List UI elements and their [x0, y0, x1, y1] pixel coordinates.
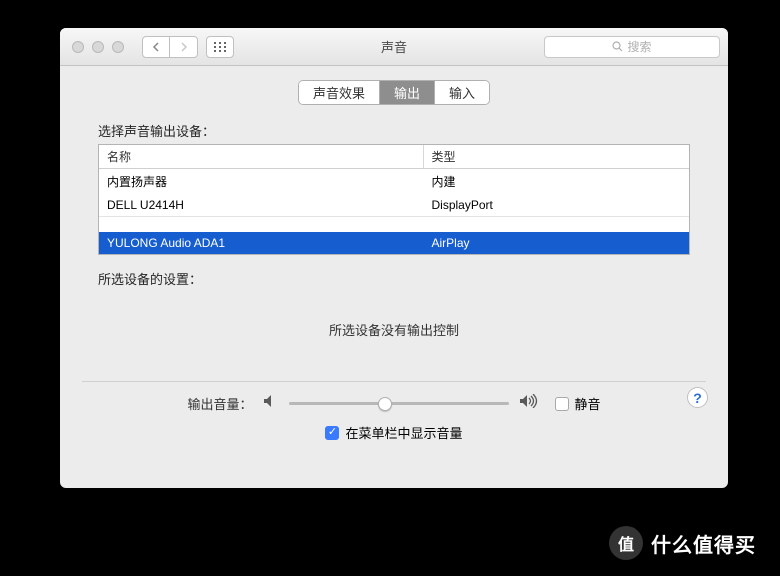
device-row[interactable]: DELL U2414H DisplayPort [99, 194, 689, 216]
output-volume-row: 输出音量： 静音 [70, 394, 718, 413]
watermark-text: 什么值得买 [651, 529, 756, 558]
column-type[interactable]: 类型 [424, 145, 690, 168]
mute-label: 静音 [575, 394, 601, 413]
divider [82, 381, 706, 382]
show-menubar-label: 在菜单栏中显示音量 [345, 423, 462, 442]
close-button[interactable] [72, 41, 84, 53]
device-name: 内置扬声器 [99, 169, 424, 194]
show-all-button[interactable] [206, 36, 234, 58]
tab-sound-effects[interactable]: 声音效果 [299, 81, 380, 104]
list-gap [99, 216, 689, 232]
tab-input[interactable]: 输入 [435, 81, 489, 104]
tab-output[interactable]: 输出 [380, 81, 435, 104]
watermark: 值 什么值得买 [609, 526, 756, 560]
show-menubar-checkbox[interactable] [325, 426, 339, 440]
mute-checkbox[interactable] [555, 397, 569, 411]
device-name: YULONG Audio ADA1 [99, 232, 424, 254]
settings-label: 所选设备的设置： [98, 269, 718, 288]
search-placeholder: 搜索 [627, 38, 651, 55]
help-button[interactable]: ? [687, 387, 708, 408]
traffic-lights [72, 41, 124, 53]
minimize-button[interactable] [92, 41, 104, 53]
no-output-control-text: 所选设备没有输出控制 [70, 320, 718, 339]
device-name: DELL U2414H [99, 194, 424, 216]
speaker-low-icon [263, 394, 279, 413]
device-list: 名称 类型 内置扬声器 内建 DELL U2414H DisplayPort Y… [98, 144, 690, 255]
device-type: AirPlay [424, 232, 690, 254]
device-row[interactable]: YULONG Audio ADA1 AirPlay [99, 232, 689, 254]
forward-button[interactable] [170, 36, 198, 58]
device-list-header: 名称 类型 [99, 145, 689, 169]
device-type: 内建 [424, 169, 690, 194]
device-row[interactable]: 内置扬声器 内建 [99, 169, 689, 194]
output-volume-slider[interactable] [289, 396, 509, 412]
window-title: 声音 [381, 37, 407, 56]
choose-device-label: 选择声音输出设备： [98, 121, 718, 140]
slider-knob[interactable] [378, 397, 392, 411]
slider-track [289, 402, 509, 405]
watermark-badge: 值 [609, 526, 643, 560]
nav-buttons [142, 36, 198, 58]
mute-checkbox-group[interactable]: 静音 [555, 394, 601, 413]
search-input[interactable]: 搜索 [544, 36, 720, 58]
titlebar: 声音 搜索 [60, 28, 728, 66]
column-name[interactable]: 名称 [99, 145, 424, 168]
output-volume-label: 输出音量： [187, 394, 252, 413]
speaker-high-icon [519, 394, 539, 413]
sound-preferences-window: 声音 搜索 声音效果 输出 输入 选择声音输出设备： 名称 类型 内置扬声器 内… [60, 28, 728, 488]
device-type: DisplayPort [424, 194, 690, 216]
back-button[interactable] [142, 36, 170, 58]
tab-control: 声音效果 输出 输入 [298, 80, 490, 105]
search-icon [612, 41, 623, 52]
zoom-button[interactable] [112, 41, 124, 53]
content-area: 声音效果 输出 输入 选择声音输出设备： 名称 类型 内置扬声器 内建 DELL… [60, 66, 728, 488]
menubar-volume-row[interactable]: 在菜单栏中显示音量 [70, 423, 718, 442]
